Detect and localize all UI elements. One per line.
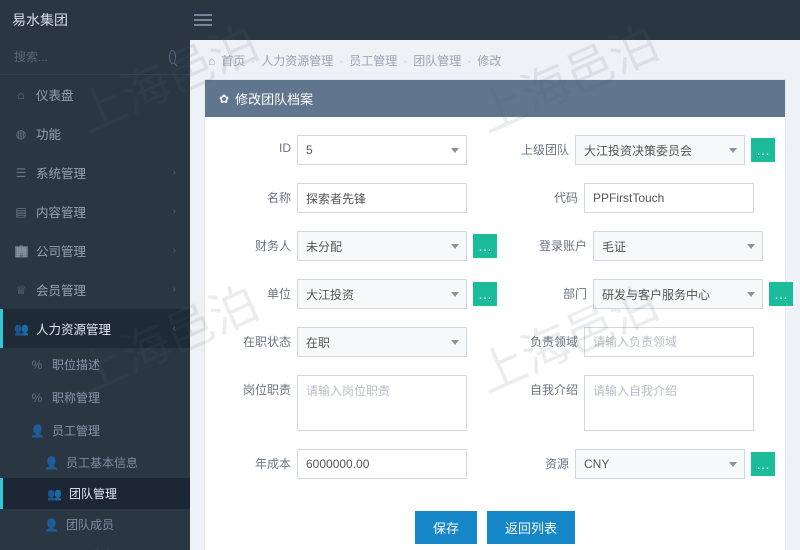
chevron-right-icon: › xyxy=(173,284,176,295)
nav-hr-team-members[interactable]: 👤团队成员 xyxy=(0,509,190,540)
textarea-selfintro[interactable] xyxy=(584,375,754,431)
select-unit[interactable] xyxy=(297,279,467,309)
input-code[interactable] xyxy=(584,183,754,213)
input-name[interactable] xyxy=(297,183,467,213)
label-domain: 负责领域 xyxy=(502,327,578,350)
nav-hr-emp-basic[interactable]: 👤员工基本信息 xyxy=(0,447,190,478)
home-icon: ⌂ xyxy=(208,54,215,68)
building-icon: 🏢 xyxy=(14,244,28,258)
textarea-duties[interactable] xyxy=(297,375,467,431)
chevron-right-icon: › xyxy=(173,167,176,178)
users-icon: 👥 xyxy=(14,322,28,336)
search-icon xyxy=(169,50,176,64)
sidebar: ⌂仪表盘 ◍功能 ☰系统管理› ▤内容管理› 🏢公司管理› ♕会员管理› 👥人力… xyxy=(0,40,190,550)
select-login-account[interactable] xyxy=(593,231,763,261)
search-input[interactable] xyxy=(14,50,169,64)
label-duties: 岗位职责 xyxy=(215,375,291,398)
nav-member[interactable]: ♕会员管理› xyxy=(0,270,190,309)
layout: ⌂仪表盘 ◍功能 ☰系统管理› ▤内容管理› 🏢公司管理› ♕会员管理› 👥人力… xyxy=(0,40,800,550)
select-finance-person[interactable] xyxy=(297,231,467,261)
breadcrumb-edit: 修改 xyxy=(477,52,501,69)
nav-hr[interactable]: 👥人力资源管理‹ xyxy=(0,309,190,348)
label-login-account: 登录账户 xyxy=(511,231,587,254)
lookup-resource-button[interactable]: … xyxy=(751,452,775,476)
brand-name: 易水集团 xyxy=(12,10,68,30)
lookup-finance-button[interactable]: … xyxy=(473,234,497,258)
input-id[interactable] xyxy=(297,135,467,165)
sidebar-search[interactable] xyxy=(0,40,190,75)
chevron-right-icon: › xyxy=(173,206,176,217)
label-status: 在职状态 xyxy=(215,327,291,350)
main: ⌂ 首页 · 人力资源管理 · 员工管理 · 团队管理 · 修改 修改团队档案 … xyxy=(190,40,800,550)
link-icon: % xyxy=(30,358,44,372)
user-icon: 👤 xyxy=(44,456,58,470)
trophy-icon: ♕ xyxy=(14,283,28,297)
users-icon: 👥 xyxy=(47,487,61,501)
select-status[interactable] xyxy=(297,327,467,357)
top-bar: 易水集团 xyxy=(0,0,800,40)
chevron-right-icon: › xyxy=(173,245,176,256)
nav-dashboard[interactable]: ⌂仪表盘 xyxy=(0,75,190,114)
input-annual-cost[interactable] xyxy=(297,449,467,479)
label-code: 代码 xyxy=(502,183,578,206)
label-finance: 财务人 xyxy=(215,231,291,254)
home-icon: ⌂ xyxy=(14,88,28,102)
nav-hr-title[interactable]: %职称管理 xyxy=(0,381,190,414)
save-button[interactable]: 保存 xyxy=(415,511,477,544)
select-parent-team[interactable] xyxy=(575,135,745,165)
label-id: ID xyxy=(215,135,291,155)
panel-header: 修改团队档案 xyxy=(205,80,785,117)
nav-hr-emp-income[interactable]: ≣员工收支 xyxy=(0,540,190,550)
lookup-department-button[interactable]: … xyxy=(769,282,793,306)
gear-icon xyxy=(219,91,229,106)
sliders-icon: ☰ xyxy=(14,166,28,180)
nav-company[interactable]: 🏢公司管理› xyxy=(0,231,190,270)
label-resource: 资源 xyxy=(493,449,569,472)
nav-system[interactable]: ☰系统管理› xyxy=(0,153,190,192)
label-name: 名称 xyxy=(215,183,291,206)
form-actions: 保存 返回列表 xyxy=(215,497,775,550)
link-icon: % xyxy=(30,391,44,405)
lookup-unit-button[interactable]: … xyxy=(473,282,497,306)
breadcrumb-emp[interactable]: 员工管理 xyxy=(349,52,397,69)
back-button[interactable]: 返回列表 xyxy=(487,511,575,544)
lookup-parent-team-button[interactable]: … xyxy=(751,138,775,162)
breadcrumb-hr[interactable]: 人力资源管理 xyxy=(261,52,333,69)
panel-title: 修改团队档案 xyxy=(235,89,313,108)
menu-toggle-icon[interactable] xyxy=(190,9,216,31)
chevron-left-icon: ‹ xyxy=(173,323,176,334)
nav-hr-emp[interactable]: 👤员工管理 xyxy=(0,414,190,447)
breadcrumb: ⌂ 首页 · 人力资源管理 · 员工管理 · 团队管理 · 修改 xyxy=(190,40,800,79)
nav-hr-team-mgmt[interactable]: 👥团队管理 xyxy=(0,478,190,509)
breadcrumb-home[interactable]: 首页 xyxy=(221,52,245,69)
user-icon: 👤 xyxy=(44,518,58,532)
nav-hr-postdesc[interactable]: %职位描述 xyxy=(0,348,190,381)
user-icon: 👤 xyxy=(30,424,44,438)
label-annual-cost: 年成本 xyxy=(215,449,291,472)
label-parent-team: 上级团队 xyxy=(493,135,569,158)
label-department: 部门 xyxy=(511,279,587,302)
label-selfintro: 自我介绍 xyxy=(502,375,578,398)
breadcrumb-team[interactable]: 团队管理 xyxy=(413,52,461,69)
form-panel: 修改团队档案 ID 上级团队 … xyxy=(204,79,786,550)
globe-icon: ◍ xyxy=(14,127,28,141)
nav-content[interactable]: ▤内容管理› xyxy=(0,192,190,231)
input-domain[interactable] xyxy=(584,327,754,357)
nav-function[interactable]: ◍功能 xyxy=(0,114,190,153)
form-body: ID 上级团队 … 名称 xyxy=(205,117,785,550)
book-icon: ▤ xyxy=(14,205,28,219)
label-unit: 单位 xyxy=(215,279,291,302)
select-department[interactable] xyxy=(593,279,763,309)
select-resource[interactable] xyxy=(575,449,745,479)
nav: ⌂仪表盘 ◍功能 ☰系统管理› ▤内容管理› 🏢公司管理› ♕会员管理› 👥人力… xyxy=(0,75,190,550)
